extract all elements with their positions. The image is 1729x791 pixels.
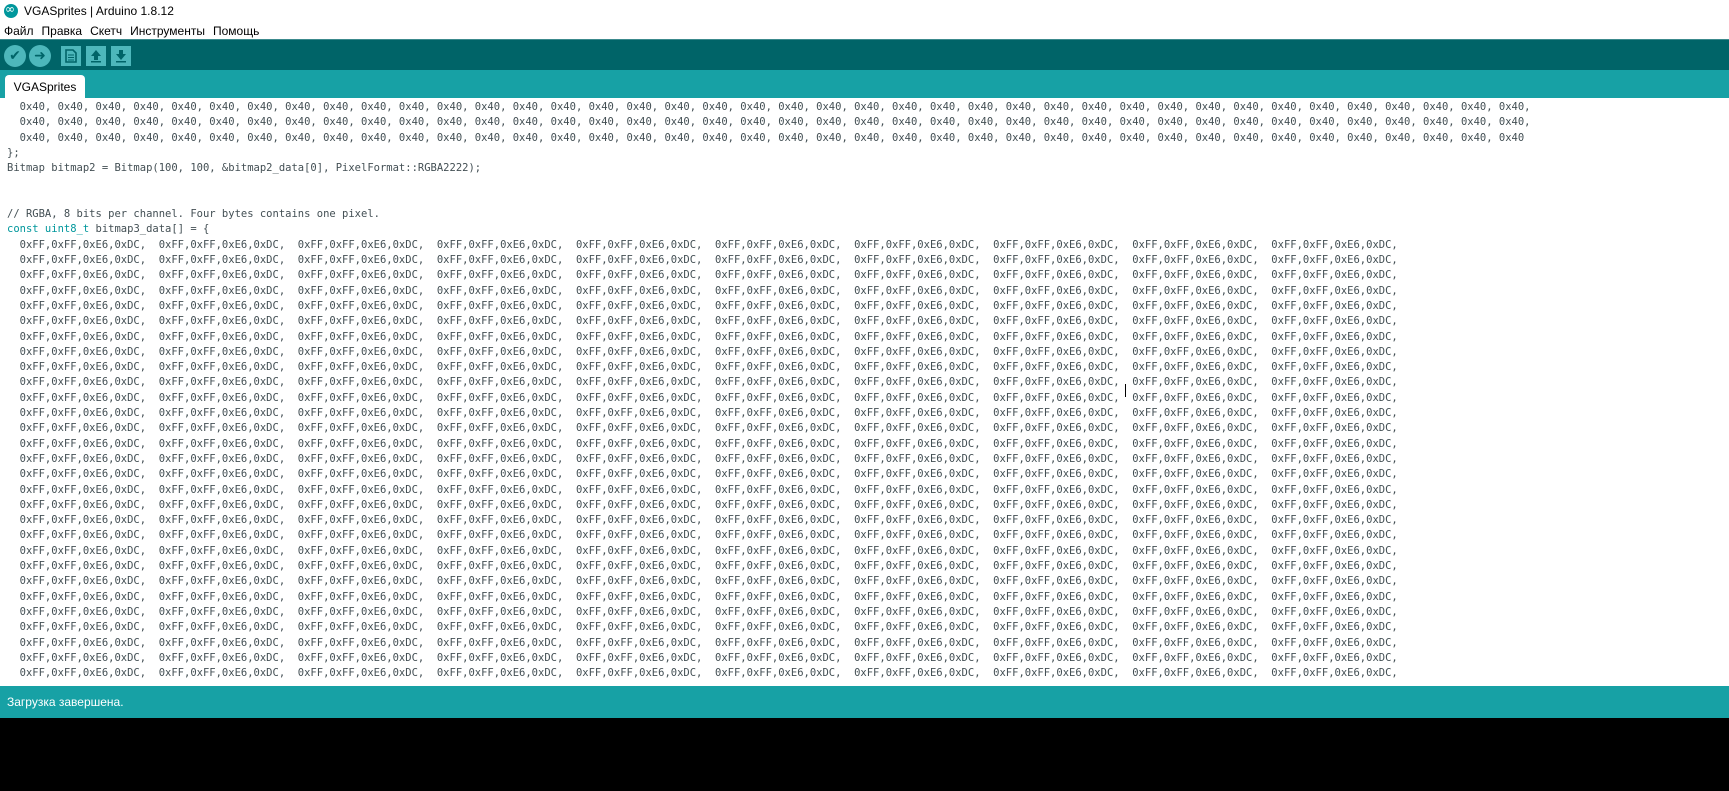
- code-line-data: 0xFF,0xFF,0xE6,0xDC, 0xFF,0xFF,0xE6,0xDC…: [7, 376, 1398, 389]
- arrow-down-icon: [116, 49, 126, 62]
- code-line-data: 0xFF,0xFF,0xE6,0xDC, 0xFF,0xFF,0xE6,0xDC…: [7, 544, 1398, 557]
- upload-button[interactable]: ➜: [29, 44, 51, 67]
- console-output[interactable]: [0, 718, 1729, 791]
- status-message: Загрузка завершена.: [7, 695, 124, 709]
- tab-vgasprites[interactable]: VGASprites: [5, 75, 85, 98]
- code-line-data: 0xFF,0xFF,0xE6,0xDC, 0xFF,0xFF,0xE6,0xDC…: [7, 391, 1398, 404]
- arduino-logo-icon: [4, 2, 18, 18]
- code-line-data: 0xFF,0xFF,0xE6,0xDC, 0xFF,0xFF,0xE6,0xDC…: [7, 361, 1398, 374]
- toolbar: ✔ ➜: [0, 39, 1729, 71]
- code-line-data: 0xFF,0xFF,0xE6,0xDC, 0xFF,0xFF,0xE6,0xDC…: [7, 299, 1398, 312]
- code-editor[interactable]: 0x40, 0x40, 0x40, 0x40, 0x40, 0x40, 0x40…: [0, 98, 1729, 686]
- code-line: Bitmap bitmap2 = Bitmap(100, 100, &bitma…: [7, 162, 482, 175]
- code-line-data: 0xFF,0xFF,0xE6,0xDC, 0xFF,0xFF,0xE6,0xDC…: [7, 468, 1398, 481]
- code-line-data: 0xFF,0xFF,0xE6,0xDC, 0xFF,0xFF,0xE6,0xDC…: [7, 452, 1398, 465]
- menu-help[interactable]: Помощь: [209, 24, 263, 38]
- menu-edit[interactable]: Правка: [38, 24, 87, 38]
- menu-tools[interactable]: Инструменты: [126, 24, 209, 38]
- code-line-data: 0xFF,0xFF,0xE6,0xDC, 0xFF,0xFF,0xE6,0xDC…: [7, 422, 1398, 435]
- code-line-data: 0xFF,0xFF,0xE6,0xDC, 0xFF,0xFF,0xE6,0xDC…: [7, 437, 1398, 450]
- code-line-data: 0xFF,0xFF,0xE6,0xDC, 0xFF,0xFF,0xE6,0xDC…: [7, 315, 1398, 328]
- code-line-data: 0xFF,0xFF,0xE6,0xDC, 0xFF,0xFF,0xE6,0xDC…: [7, 529, 1398, 542]
- checkmark-icon: ✔: [9, 47, 21, 64]
- arrow-up-icon: [91, 49, 101, 62]
- code-line-data: 0xFF,0xFF,0xE6,0xDC, 0xFF,0xFF,0xE6,0xDC…: [7, 498, 1398, 511]
- code-line-data: 0xFF,0xFF,0xE6,0xDC, 0xFF,0xFF,0xE6,0xDC…: [7, 605, 1398, 618]
- code-line-data: 0xFF,0xFF,0xE6,0xDC, 0xFF,0xFF,0xE6,0xDC…: [7, 254, 1398, 266]
- arrow-right-icon: ➜: [34, 47, 46, 64]
- menu-bar: Файл Правка Скетч Инструменты Помощь: [0, 22, 1729, 39]
- title-bar: VGASprites | Arduino 1.8.12: [0, 0, 1729, 22]
- code-line-data: 0xFF,0xFF,0xE6,0xDC, 0xFF,0xFF,0xE6,0xDC…: [7, 636, 1398, 649]
- code-line-data: 0xFF,0xFF,0xE6,0xDC, 0xFF,0xFF,0xE6,0xDC…: [7, 284, 1398, 297]
- code-line-data: 0xFF,0xFF,0xE6,0xDC, 0xFF,0xFF,0xE6,0xDC…: [7, 590, 1398, 603]
- code-line-data: 0xFF,0xFF,0xE6,0xDC, 0xFF,0xFF,0xE6,0xDC…: [7, 330, 1398, 343]
- save-button[interactable]: [111, 45, 131, 66]
- code-line-data: 0xFF,0xFF,0xE6,0xDC, 0xFF,0xFF,0xE6,0xDC…: [7, 407, 1398, 419]
- code-line-data: 0xFF,0xFF,0xE6,0xDC, 0xFF,0xFF,0xE6,0xDC…: [7, 575, 1398, 588]
- new-button[interactable]: [61, 45, 81, 66]
- keyword-token: const uint8_t: [7, 223, 90, 236]
- menu-file[interactable]: Файл: [0, 24, 38, 38]
- code-line-data: 0xFF,0xFF,0xE6,0xDC, 0xFF,0xFF,0xE6,0xDC…: [7, 667, 1398, 680]
- identifier-token: bitmap3_data[] = {: [89, 223, 210, 236]
- code-line: // RGBA, 8 bits per channel. Four bytes …: [7, 208, 380, 221]
- code-line: 0x40, 0x40, 0x40, 0x40, 0x40, 0x40, 0x40…: [7, 101, 1531, 113]
- code-line-data: 0xFF,0xFF,0xE6,0xDC, 0xFF,0xFF,0xE6,0xDC…: [7, 514, 1398, 527]
- code-line-data: 0xFF,0xFF,0xE6,0xDC, 0xFF,0xFF,0xE6,0xDC…: [7, 560, 1398, 572]
- code-line-data: 0xFF,0xFF,0xE6,0xDC, 0xFF,0xFF,0xE6,0xDC…: [7, 621, 1398, 634]
- verify-button[interactable]: ✔: [4, 44, 26, 67]
- window-title: VGASprites | Arduino 1.8.12: [24, 4, 174, 18]
- open-button[interactable]: [86, 45, 106, 66]
- status-bar: Загрузка завершена.: [0, 686, 1729, 718]
- tab-bar: VGASprites: [0, 70, 1729, 98]
- code-line-data: 0xFF,0xFF,0xE6,0xDC, 0xFF,0xFF,0xE6,0xDC…: [7, 483, 1398, 496]
- code-line-data: 0xFF,0xFF,0xE6,0xDC, 0xFF,0xFF,0xE6,0xDC…: [7, 238, 1398, 251]
- menu-sketch[interactable]: Скетч: [86, 24, 126, 38]
- code-line-data: 0xFF,0xFF,0xE6,0xDC, 0xFF,0xFF,0xE6,0xDC…: [7, 269, 1398, 282]
- code-line-declaration: const uint8_t bitmap3_data[] = {: [7, 222, 209, 237]
- code-line: 0x40, 0x40, 0x40, 0x40, 0x40, 0x40, 0x40…: [7, 116, 1531, 129]
- new-file-icon: [65, 48, 77, 63]
- code-line: 0x40, 0x40, 0x40, 0x40, 0x40, 0x40, 0x40…: [7, 131, 1525, 144]
- code-line: };: [7, 146, 20, 159]
- code-line-data: 0xFF,0xFF,0xE6,0xDC, 0xFF,0xFF,0xE6,0xDC…: [7, 345, 1398, 358]
- code-line-data: 0xFF,0xFF,0xE6,0xDC, 0xFF,0xFF,0xE6,0xDC…: [7, 651, 1398, 664]
